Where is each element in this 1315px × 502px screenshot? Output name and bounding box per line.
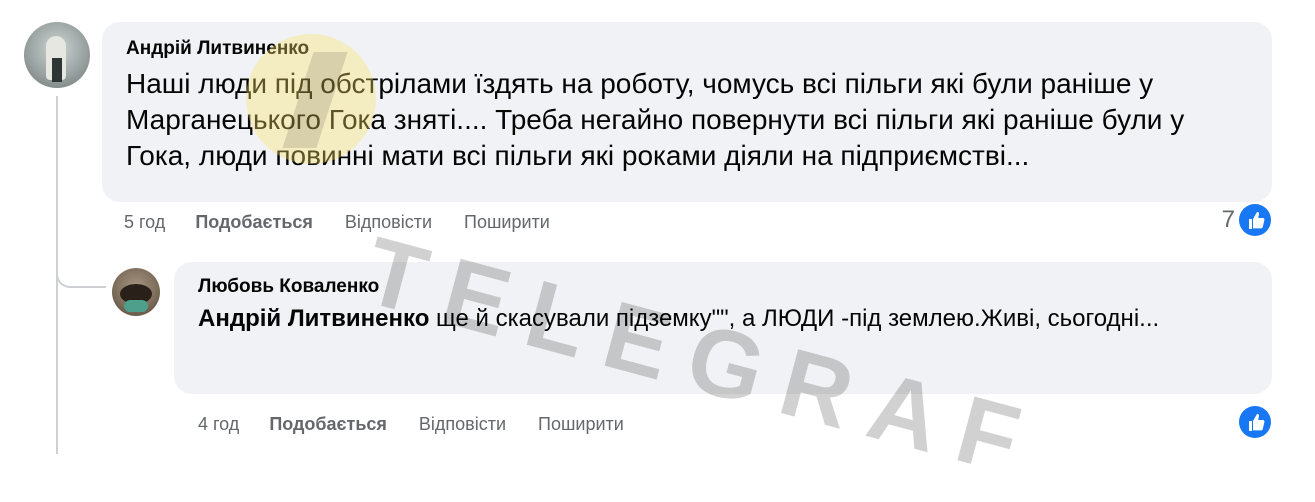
like-button[interactable]: Подобається: [195, 212, 313, 233]
comment-timestamp[interactable]: 5 год: [124, 212, 165, 233]
comment-author[interactable]: Андрій Литвиненко: [126, 36, 1248, 62]
comment-text-body: ще й скасували підземку"", а ЛЮДИ -під з…: [429, 305, 1160, 332]
comment-author[interactable]: Любовь Коваленко: [198, 274, 1248, 300]
share-button[interactable]: Поширити: [464, 212, 550, 233]
reaction-count[interactable]: [1235, 406, 1271, 438]
share-button[interactable]: Поширити: [538, 414, 624, 435]
avatar[interactable]: [24, 22, 90, 88]
comment-timestamp[interactable]: 4 год: [198, 414, 239, 435]
like-button[interactable]: Подобається: [269, 414, 387, 435]
reaction-count[interactable]: 7: [1222, 204, 1271, 236]
comment-bubble: Любовь Коваленко Андрій Литвиненко ще й …: [174, 262, 1272, 394]
avatar[interactable]: [112, 268, 160, 316]
comment-text: Андрій Литвиненко ще й скасували підземк…: [198, 302, 1248, 336]
thread-branch: [56, 236, 106, 288]
mention-link[interactable]: Андрій Литвиненко: [198, 305, 429, 332]
comment-actions: 4 год Подобається Відповісти Поширити: [198, 414, 656, 435]
reply-button[interactable]: Відповісти: [419, 414, 506, 435]
thumbs-up-icon: [1239, 204, 1271, 236]
comment-actions: 5 год Подобається Відповісти Поширити: [124, 212, 582, 233]
comment-bubble: Андрій Литвиненко Наші люди під обстріла…: [102, 22, 1272, 202]
comment-text: Наші люди під обстрілами їздять на робот…: [126, 68, 1185, 171]
thumbs-up-icon: [1239, 406, 1271, 438]
reaction-number: 7: [1221, 206, 1235, 233]
reply-button[interactable]: Відповісти: [345, 212, 432, 233]
